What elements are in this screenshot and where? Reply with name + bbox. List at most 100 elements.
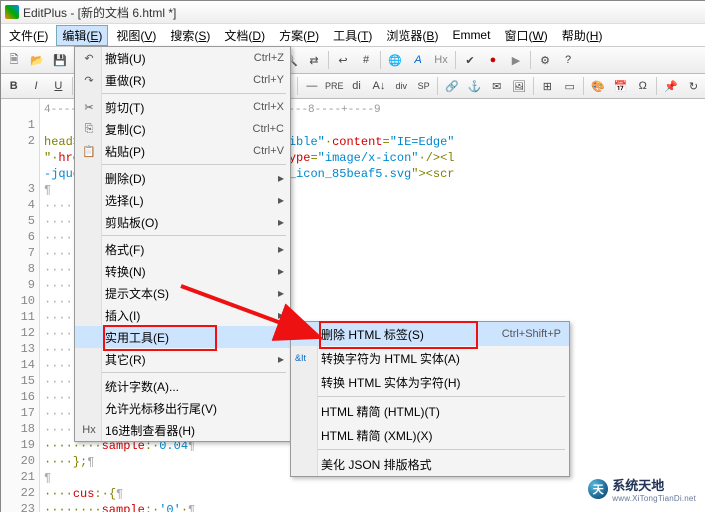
- watermark-logo-icon: 天: [588, 479, 608, 499]
- menu-item-label: 其它(R): [105, 351, 284, 368]
- watermark: 天 系统天地 www.XiTongTianDi.net: [584, 473, 700, 505]
- menu-item[interactable]: 📋粘贴(P)Ctrl+V: [75, 140, 290, 162]
- menu-item-label: 粘贴(P): [105, 143, 253, 160]
- pre-icon[interactable]: PRE: [324, 75, 345, 97]
- font-icon[interactable]: A: [407, 49, 429, 71]
- menu-视图[interactable]: 视图(V): [110, 25, 162, 46]
- div-icon[interactable]: div: [391, 75, 412, 97]
- menu-item-icon: ✂: [81, 99, 97, 115]
- spell-icon[interactable]: ✔: [459, 49, 481, 71]
- menu-编辑[interactable]: 编辑(E): [56, 25, 108, 46]
- submenu-item[interactable]: HTML 精简 (HTML)(T): [291, 399, 569, 423]
- record-icon[interactable]: ●: [482, 49, 504, 71]
- link-icon[interactable]: 🔗: [441, 75, 462, 97]
- menu-item[interactable]: 提示文本(S)▸: [75, 282, 290, 304]
- menu-item-label: 删除(D): [105, 170, 284, 187]
- menu-item[interactable]: 允许光标移出行尾(V): [75, 397, 290, 419]
- menu-item[interactable]: 格式(F)▸: [75, 238, 290, 260]
- menu-item[interactable]: 选择(L)▸: [75, 189, 290, 211]
- submenu-arrow-icon: ▸: [278, 264, 284, 278]
- menu-item[interactable]: 其它(R)▸: [75, 348, 290, 370]
- char-icon[interactable]: Ω: [632, 75, 653, 97]
- menu-item[interactable]: 删除(D)▸: [75, 167, 290, 189]
- menu-item-label: 格式(F): [105, 241, 284, 258]
- open-file-icon[interactable]: 📂: [26, 49, 48, 71]
- menu-item[interactable]: ✂剪切(T)Ctrl+X: [75, 96, 290, 118]
- menu-item-shortcut: Ctrl+V: [253, 145, 284, 157]
- menu-item-label: 剪切(T): [105, 99, 253, 116]
- menu-item[interactable]: ↶撤销(U)Ctrl+Z: [75, 47, 290, 69]
- watermark-url: www.XiTongTianDi.net: [612, 494, 696, 503]
- menu-item-label: 提示文本(S): [105, 285, 284, 302]
- menu-item-label: 剪贴板(O): [105, 214, 284, 231]
- refresh-icon[interactable]: ↻: [683, 75, 704, 97]
- menu-item-label: 实用工具(E): [105, 329, 284, 346]
- menu-方案[interactable]: 方案(P): [273, 25, 325, 46]
- app-icon: [5, 5, 19, 19]
- menu-文档[interactable]: 文档(D): [218, 25, 271, 46]
- menu-item[interactable]: ↷重做(R)Ctrl+Y: [75, 69, 290, 91]
- replace-icon[interactable]: ⇄: [303, 49, 325, 71]
- submenu-item-label: 美化 JSON 排版格式: [321, 456, 561, 473]
- color-icon[interactable]: 🎨: [587, 75, 608, 97]
- hr-icon[interactable]: —: [301, 75, 322, 97]
- sp-icon[interactable]: SP: [413, 75, 434, 97]
- submenu-item-label: 删除 HTML 标签(S): [321, 326, 502, 343]
- browser-icon[interactable]: 🌐: [384, 49, 406, 71]
- menu-item[interactable]: 插入(I)▸: [75, 304, 290, 326]
- menu-bar: 文件(F)编辑(E)视图(V)搜索(S)文档(D)方案(P)工具(T)浏览器(B…: [1, 24, 705, 47]
- ai-icon[interactable]: A↓: [368, 75, 389, 97]
- submenu-item[interactable]: 转换 HTML 实体为字符(H): [291, 370, 569, 394]
- date-icon[interactable]: 📅: [610, 75, 631, 97]
- menu-浏览器[interactable]: 浏览器(B): [380, 25, 444, 46]
- menu-搜索[interactable]: 搜索(S): [164, 25, 216, 46]
- underline-icon[interactable]: U: [48, 75, 69, 97]
- pin-icon[interactable]: 📌: [660, 75, 681, 97]
- menu-item[interactable]: 转换(N)▸: [75, 260, 290, 282]
- submenu-item[interactable]: 删除 HTML 标签(S)Ctrl+Shift+P: [291, 322, 569, 346]
- submenu-item-label: HTML 精简 (HTML)(T): [321, 403, 561, 420]
- word-wrap-icon[interactable]: ↩: [332, 49, 354, 71]
- hex-icon[interactable]: Hx: [430, 49, 452, 71]
- menu-item[interactable]: 剪贴板(O)▸: [75, 211, 290, 233]
- form-icon[interactable]: ▭: [559, 75, 580, 97]
- menu-item[interactable]: ⎘复制(C)Ctrl+C: [75, 118, 290, 140]
- menu-item-shortcut: Ctrl+Y: [253, 74, 284, 86]
- submenu-item-label: HTML 精简 (XML)(X): [321, 427, 561, 444]
- line-gutter: 12 3456789101112131415161718192021222324…: [1, 99, 40, 512]
- mail-icon[interactable]: ✉: [486, 75, 507, 97]
- bold-icon[interactable]: B: [3, 75, 24, 97]
- submenu-item[interactable]: 美化 JSON 排版格式: [291, 452, 569, 476]
- menu-item-label: 选择(L): [105, 192, 284, 209]
- new-file-icon[interactable]: 🗎: [3, 49, 25, 71]
- menu-工具[interactable]: 工具(T): [327, 25, 378, 46]
- play-icon[interactable]: ▶: [505, 49, 527, 71]
- submenu-arrow-icon: ▸: [278, 308, 284, 322]
- table-icon[interactable]: ⊞: [537, 75, 558, 97]
- menu-item[interactable]: 统计字数(A)...: [75, 375, 290, 397]
- menu-item-icon: ⎘: [81, 121, 97, 137]
- menu-item-icon: ↶: [81, 50, 97, 66]
- menu-item[interactable]: Hx16进制查看器(H): [75, 419, 290, 441]
- submenu-item-shortcut: Ctrl+Shift+P: [502, 328, 561, 340]
- line-num-icon[interactable]: #: [355, 49, 377, 71]
- di-icon[interactable]: di: [346, 75, 367, 97]
- menu-item[interactable]: 实用工具(E)▸: [75, 326, 290, 348]
- help-icon[interactable]: ?: [557, 49, 579, 71]
- image-icon[interactable]: 🖼: [508, 75, 529, 97]
- submenu-arrow-icon: ▸: [278, 352, 284, 366]
- settings-icon[interactable]: ⚙: [534, 49, 556, 71]
- menu-文件[interactable]: 文件(F): [3, 25, 54, 46]
- submenu-arrow-icon: ▸: [278, 242, 284, 256]
- save-icon[interactable]: 💾: [49, 49, 71, 71]
- menu-窗口[interactable]: 窗口(W): [498, 25, 553, 46]
- menu-item-icon: ↷: [81, 72, 97, 88]
- submenu-item[interactable]: &It转换字符为 HTML 实体(A): [291, 346, 569, 370]
- menu-emmet[interactable]: Emmet: [446, 26, 496, 44]
- menu-帮助[interactable]: 帮助(H): [556, 25, 609, 46]
- submenu-item[interactable]: HTML 精简 (XML)(X): [291, 423, 569, 447]
- menu-item-label: 允许光标移出行尾(V): [105, 400, 284, 417]
- italic-icon[interactable]: I: [25, 75, 46, 97]
- anchor-icon[interactable]: ⚓: [464, 75, 485, 97]
- submenu-item-label: 转换 HTML 实体为字符(H): [321, 374, 561, 391]
